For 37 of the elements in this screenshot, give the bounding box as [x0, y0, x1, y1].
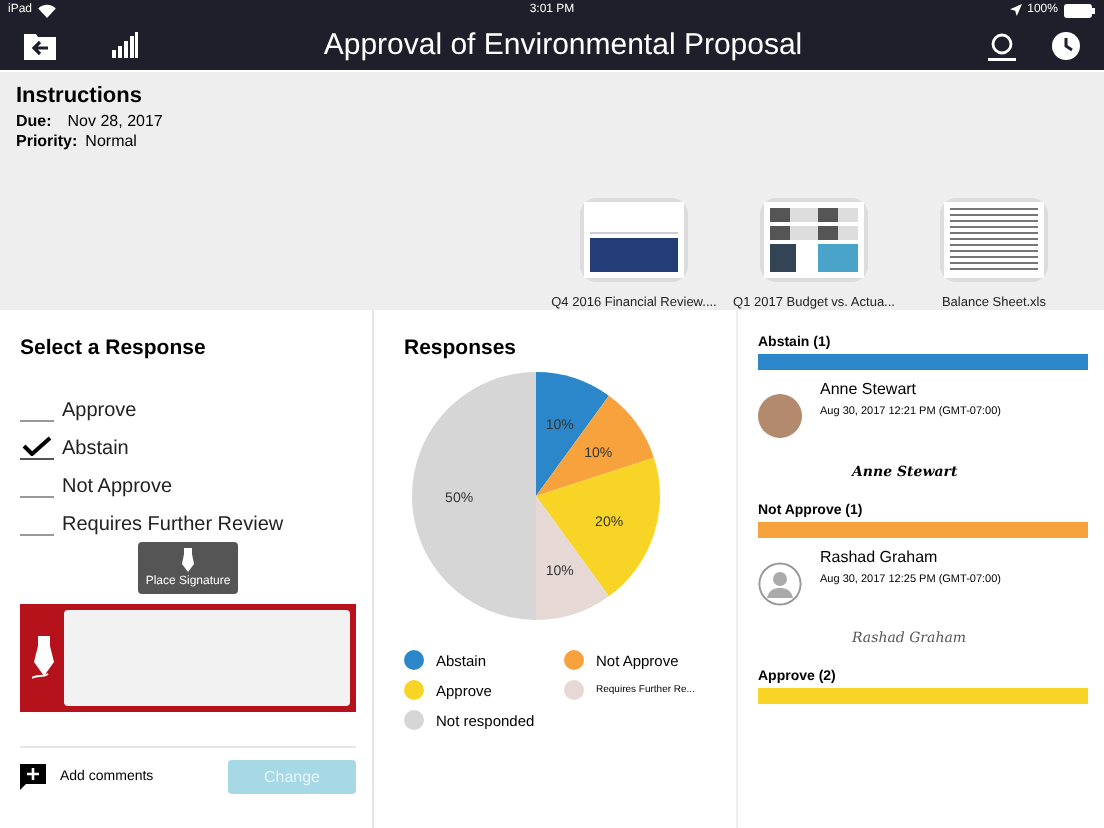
pen-nib-icon: [180, 548, 196, 572]
response-option[interactable]: Not Approve: [20, 462, 356, 498]
back-icon[interactable]: [24, 31, 56, 59]
responder-name: Anne Stewart: [820, 380, 919, 398]
avatar-silhouette-icon: [758, 562, 802, 606]
responses-heading: Responses: [404, 336, 519, 360]
document-thumbnail[interactable]: [940, 198, 1048, 282]
legend-dot: [564, 650, 584, 670]
priority-label: Priority:: [16, 132, 78, 150]
legend-dot: [404, 650, 424, 670]
response-option[interactable]: Abstain: [20, 424, 356, 460]
select-response-heading: Select a Response: [20, 336, 208, 360]
instructions-heading: Instructions: [16, 84, 144, 108]
user-icon[interactable]: [988, 29, 1016, 61]
battery-icon: [1063, 3, 1096, 17]
due-date: Nov 28, 2017: [67, 112, 163, 130]
checkmark-icon: [22, 436, 52, 456]
window-title: Approval of Environmental Proposal: [321, 28, 805, 62]
signature-field[interactable]: [20, 604, 356, 712]
avatar-photo-placeholder: [758, 394, 802, 438]
document-thumbnail[interactable]: [580, 198, 688, 282]
clock-icon[interactable]: [1052, 31, 1080, 59]
add-comment-icon: [20, 764, 46, 790]
priority-value: Normal: [85, 132, 137, 150]
response-option[interactable]: Requires Further Review: [20, 500, 356, 536]
due-label: Due:: [16, 112, 52, 130]
signal-bars-icon[interactable]: [112, 32, 138, 58]
legend-dot: [564, 680, 584, 700]
fountain-pen-icon: [32, 636, 56, 680]
wifi-icon: [38, 3, 57, 17]
legend-dot: [404, 710, 424, 730]
legend-dot: [404, 680, 424, 700]
check-slot[interactable]: [20, 434, 54, 460]
location-arrow-icon: [1009, 4, 1022, 16]
response-option[interactable]: Approve: [20, 386, 356, 422]
document-thumbnail[interactable]: [760, 198, 868, 282]
responder-name: Rashad Graham: [820, 548, 940, 566]
